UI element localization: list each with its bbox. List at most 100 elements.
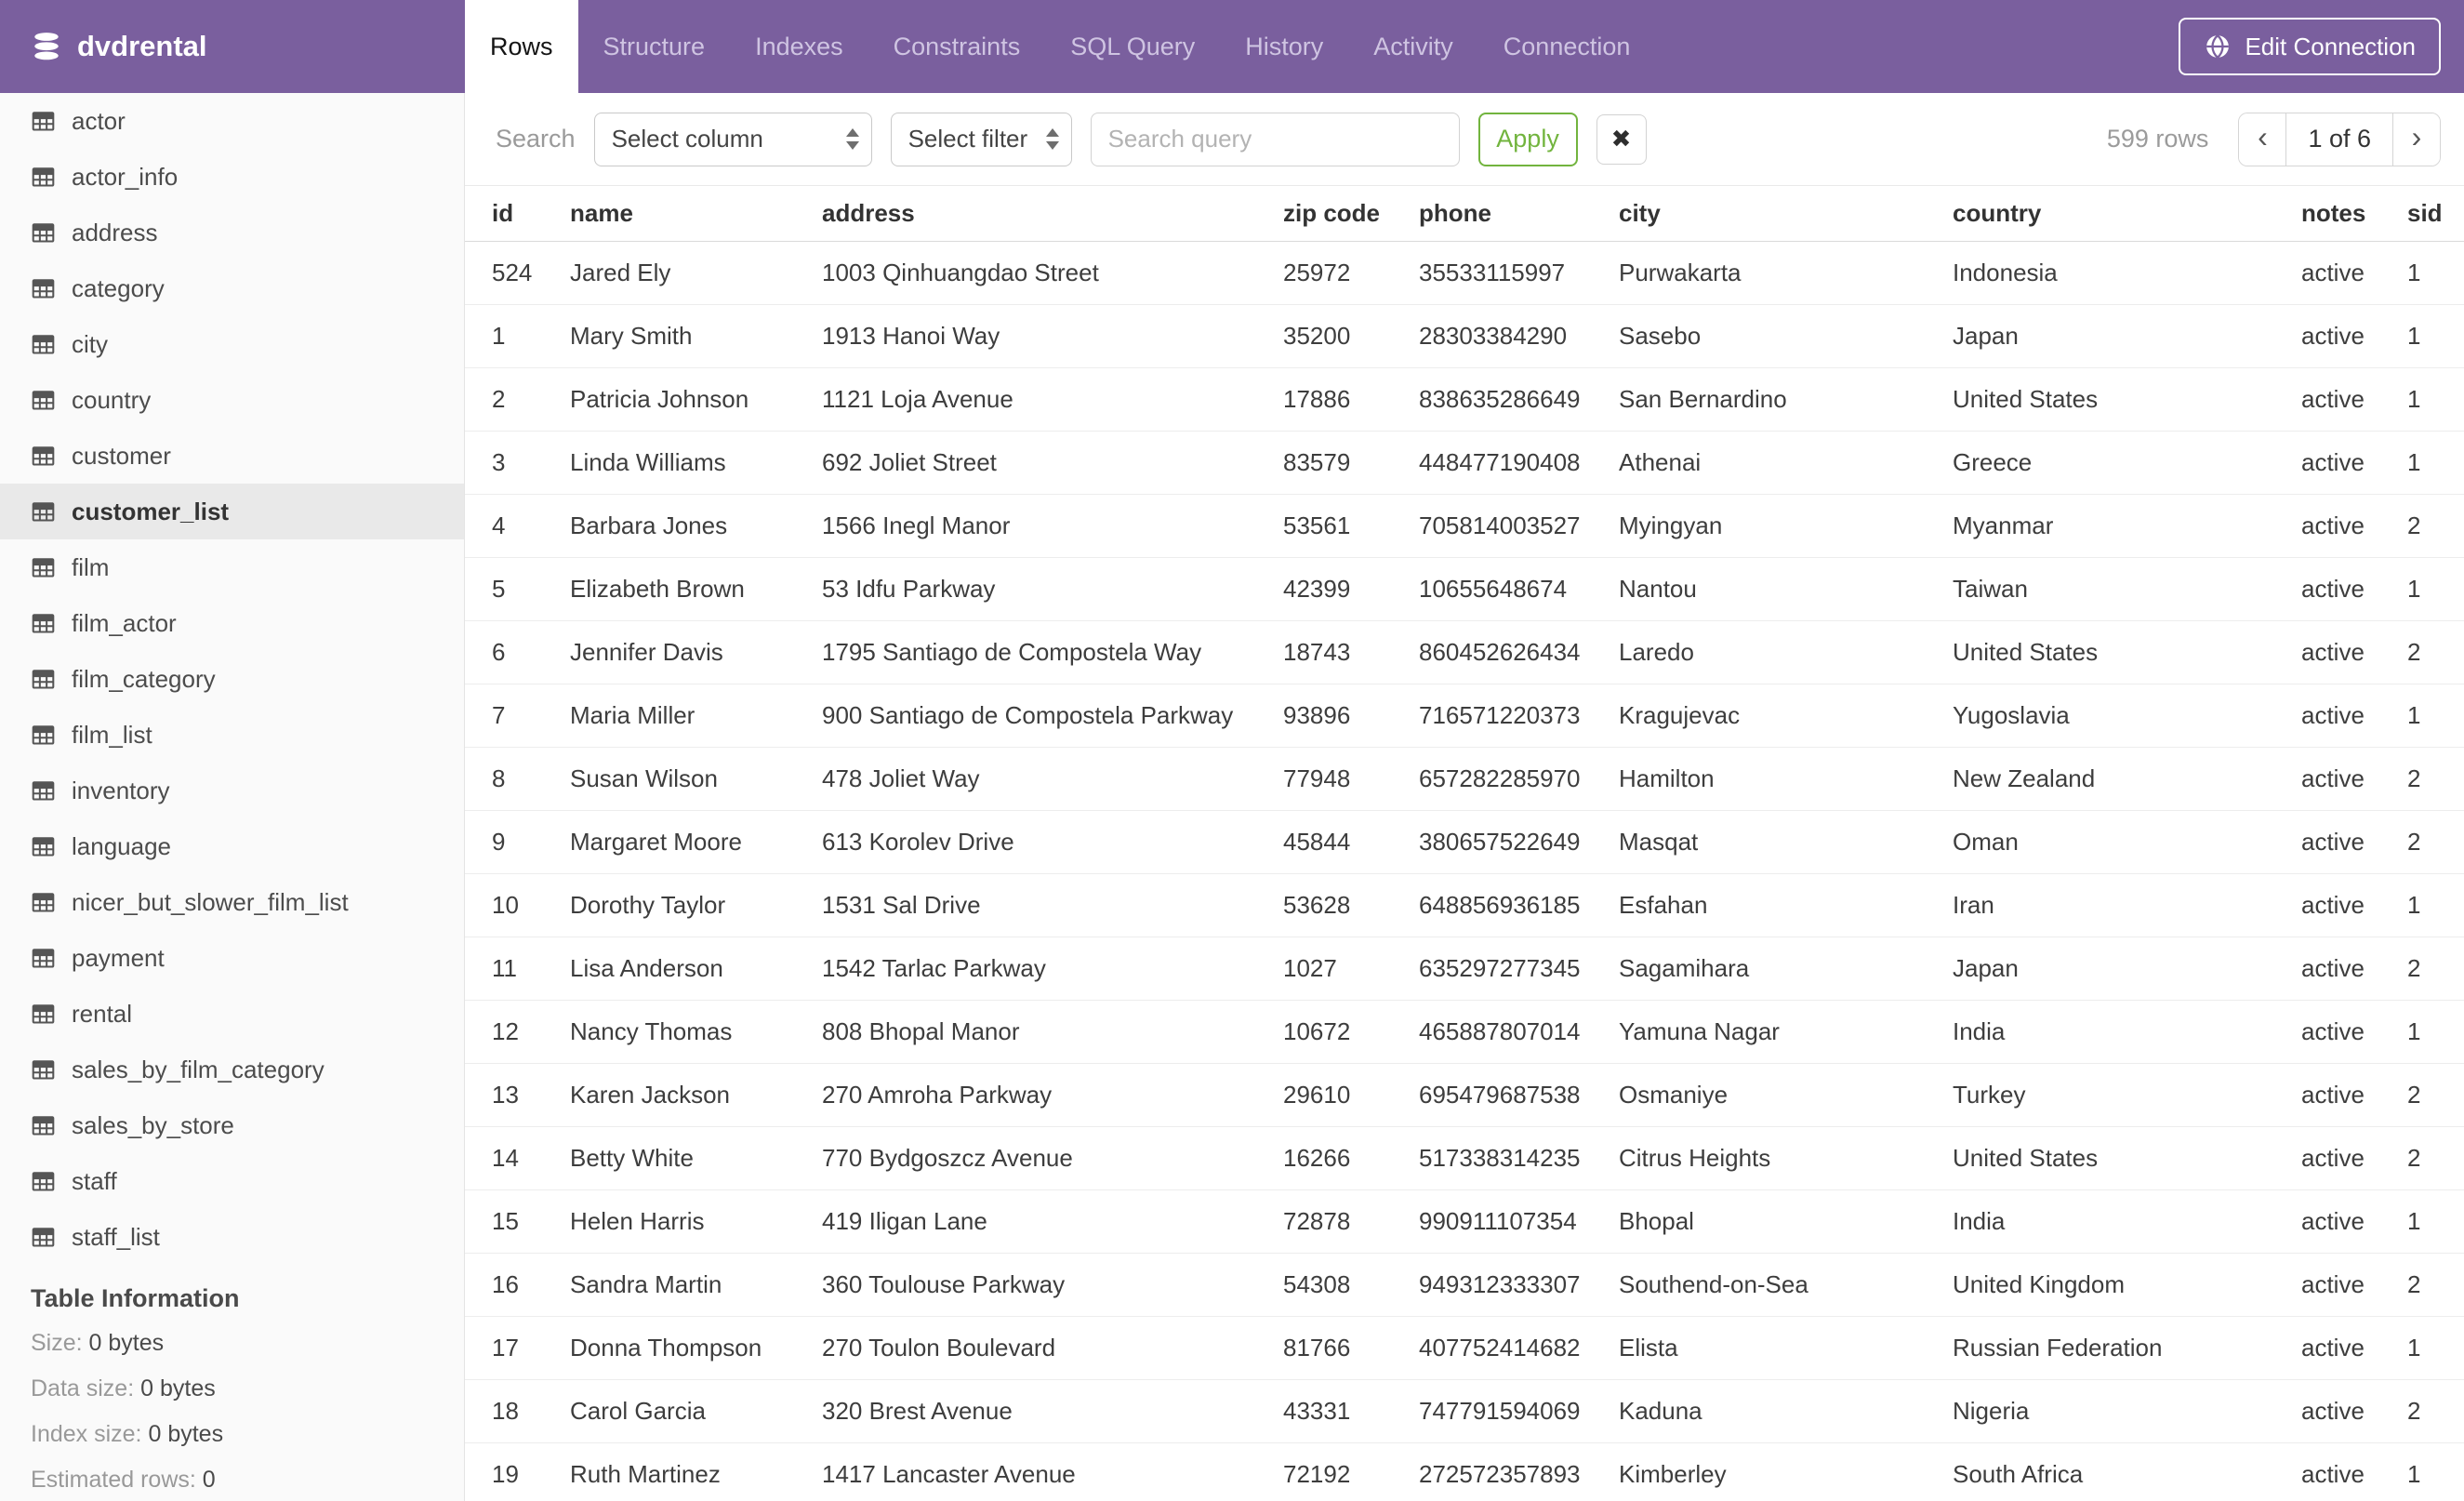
table-grid-icon <box>31 946 56 971</box>
info-value: 0 bytes <box>148 1421 224 1447</box>
table-row: 17 Donna Thompson 270 Toulon Boulevard 8176… <box>465 1316 2464 1380</box>
tab-bar: Rows Structure Indexes Constraints SQL Query… <box>465 0 1655 93</box>
column-header-sid[interactable]: sid <box>2407 186 2464 242</box>
cell-phone: 695479687538 <box>1419 1063 1619 1127</box>
clear-search-button[interactable]: ✖ <box>1596 113 1647 165</box>
sidebar-item-customer[interactable]: customer <box>0 428 464 484</box>
cell-zip-code: 16266 <box>1283 1126 1419 1190</box>
cell-country: Yugoslavia <box>1953 684 2301 748</box>
column-header-notes[interactable]: notes <box>2301 186 2407 242</box>
cell-sid: 2 <box>2407 1063 2464 1127</box>
sidebar-item-label: address <box>72 218 158 246</box>
cell-phone: 860452626434 <box>1419 620 1619 684</box>
column-header-id[interactable]: id <box>465 186 570 242</box>
cell-country: United States <box>1953 367 2301 432</box>
tab-structure[interactable]: Structure <box>578 0 731 93</box>
select-filter-dropdown[interactable]: Select filter <box>890 112 1072 166</box>
tab-sql-query[interactable]: SQL Query <box>1045 0 1220 93</box>
sidebar-item-film-actor[interactable]: film_actor <box>0 595 464 651</box>
sidebar-item-language[interactable]: language <box>0 818 464 874</box>
table-row: 16 Sandra Martin 360 Toulouse Parkway 54308… <box>465 1253 2464 1317</box>
cell-country: New Zealand <box>1953 747 2301 811</box>
sidebar-item-label: film_actor <box>72 608 177 637</box>
pagination-control: ‹ 1 of 6 › <box>2238 112 2441 166</box>
edit-connection-label: Edit Connection <box>2245 32 2416 60</box>
cell-id: 8 <box>465 747 570 811</box>
sidebar-item-sales-by-store[interactable]: sales_by_store <box>0 1097 464 1153</box>
cell-zip-code: 72878 <box>1283 1189 1419 1254</box>
sidebar-item-actor-info[interactable]: actor_info <box>0 149 464 205</box>
apply-button[interactable]: Apply <box>1477 112 1578 166</box>
column-header-city[interactable]: city <box>1619 186 1953 242</box>
cell-sid: 2 <box>2407 1126 2464 1190</box>
sidebar-item-inventory[interactable]: inventory <box>0 763 464 818</box>
column-header-name[interactable]: name <box>570 186 822 242</box>
search-toolbar: Search Select column Select filter Apply… <box>465 93 2464 186</box>
tab-history[interactable]: History <box>1220 0 1348 93</box>
next-page-button[interactable]: › <box>2393 113 2440 166</box>
cell-address: 1542 Tarlac Parkway <box>822 936 1283 1001</box>
edit-connection-button[interactable]: Edit Connection <box>2179 18 2441 75</box>
sidebar-item-payment[interactable]: payment <box>0 930 464 986</box>
cell-name: Dorothy Taylor <box>570 873 822 937</box>
column-header-zip-code[interactable]: zip code <box>1283 186 1419 242</box>
table-grid-icon <box>31 165 56 190</box>
tab-constraints[interactable]: Constraints <box>868 0 1046 93</box>
sidebar-item-film-category[interactable]: film_category <box>0 651 464 707</box>
column-header-address[interactable]: address <box>822 186 1283 242</box>
column-header-phone[interactable]: phone <box>1419 186 1619 242</box>
sidebar-item-nicer-but-slower-film-list[interactable]: nicer_but_slower_film_list <box>0 874 464 930</box>
cell-notes: active <box>2301 1000 2407 1064</box>
cell-country: Indonesia <box>1953 241 2301 305</box>
sidebar-item-film[interactable]: film <box>0 539 464 595</box>
cell-zip-code: 42399 <box>1283 557 1419 621</box>
sidebar-item-actor[interactable]: actor <box>0 93 464 149</box>
table-grid-icon <box>31 555 56 580</box>
table-row: 3 Linda Williams 692 Joliet Street 83579 448… <box>465 431 2464 495</box>
cell-sid: 1 <box>2407 684 2464 748</box>
cell-notes: active <box>2301 1316 2407 1380</box>
cell-phone: 380657522649 <box>1419 810 1619 874</box>
sidebar-item-customer-list[interactable]: customer_list <box>0 484 464 539</box>
search-query-input[interactable] <box>1090 112 1460 166</box>
cell-zip-code: 10672 <box>1283 1000 1419 1064</box>
cell-name: Donna Thompson <box>570 1316 822 1380</box>
cell-address: 270 Toulon Boulevard <box>822 1316 1283 1380</box>
sidebar-item-film-list[interactable]: film_list <box>0 707 464 763</box>
cell-name: Maria Miller <box>570 684 822 748</box>
tab-rows[interactable]: Rows <box>465 0 578 93</box>
table-info-index-size-: Index size: 0 bytes <box>31 1412 464 1457</box>
table-row: 15 Helen Harris 419 Iligan Lane 72878 990911… <box>465 1189 2464 1254</box>
sidebar-item-label: customer_list <box>72 497 230 525</box>
sidebar-item-staff-list[interactable]: staff_list <box>0 1209 464 1265</box>
tab-indexes[interactable]: Indexes <box>730 0 868 93</box>
cell-notes: active <box>2301 431 2407 495</box>
table-row: 19 Ruth Martinez 1417 Lancaster Avenue 7219… <box>465 1442 2464 1501</box>
table-row: 5 Elizabeth Brown 53 Idfu Parkway 42399 1065… <box>465 557 2464 621</box>
select-column-dropdown[interactable]: Select column <box>593 112 872 166</box>
cell-phone: 705814003527 <box>1419 494 1619 558</box>
rows-table: id name address zip code phone city country not… <box>465 186 2464 1501</box>
tab-activity[interactable]: Activity <box>1348 0 1478 93</box>
cell-sid: 1 <box>2407 241 2464 305</box>
table-grid-icon <box>31 611 56 636</box>
tab-connection[interactable]: Connection <box>1478 0 1656 93</box>
info-label: Data size: <box>31 1375 135 1401</box>
cell-city: Sasebo <box>1619 304 1953 368</box>
sidebar-item-address[interactable]: address <box>0 205 464 260</box>
sidebar-item-country[interactable]: country <box>0 372 464 428</box>
table-grid-icon <box>31 1113 56 1138</box>
rows-count: 599 rows <box>2106 125 2209 153</box>
previous-page-button[interactable]: ‹ <box>2239 113 2286 166</box>
sidebar-item-staff[interactable]: staff <box>0 1153 464 1209</box>
cell-phone: 272572357893 <box>1419 1442 1619 1501</box>
sidebar-item-category[interactable]: category <box>0 260 464 316</box>
cell-phone: 465887807014 <box>1419 1000 1619 1064</box>
column-header-country[interactable]: country <box>1953 186 2301 242</box>
sidebar-item-rental[interactable]: rental <box>0 986 464 1042</box>
cell-sid: 1 <box>2407 557 2464 621</box>
cell-country: Oman <box>1953 810 2301 874</box>
sidebar-item-city[interactable]: city <box>0 316 464 372</box>
sidebar-item-sales-by-film-category[interactable]: sales_by_film_category <box>0 1042 464 1097</box>
cell-sid: 1 <box>2407 1000 2464 1064</box>
